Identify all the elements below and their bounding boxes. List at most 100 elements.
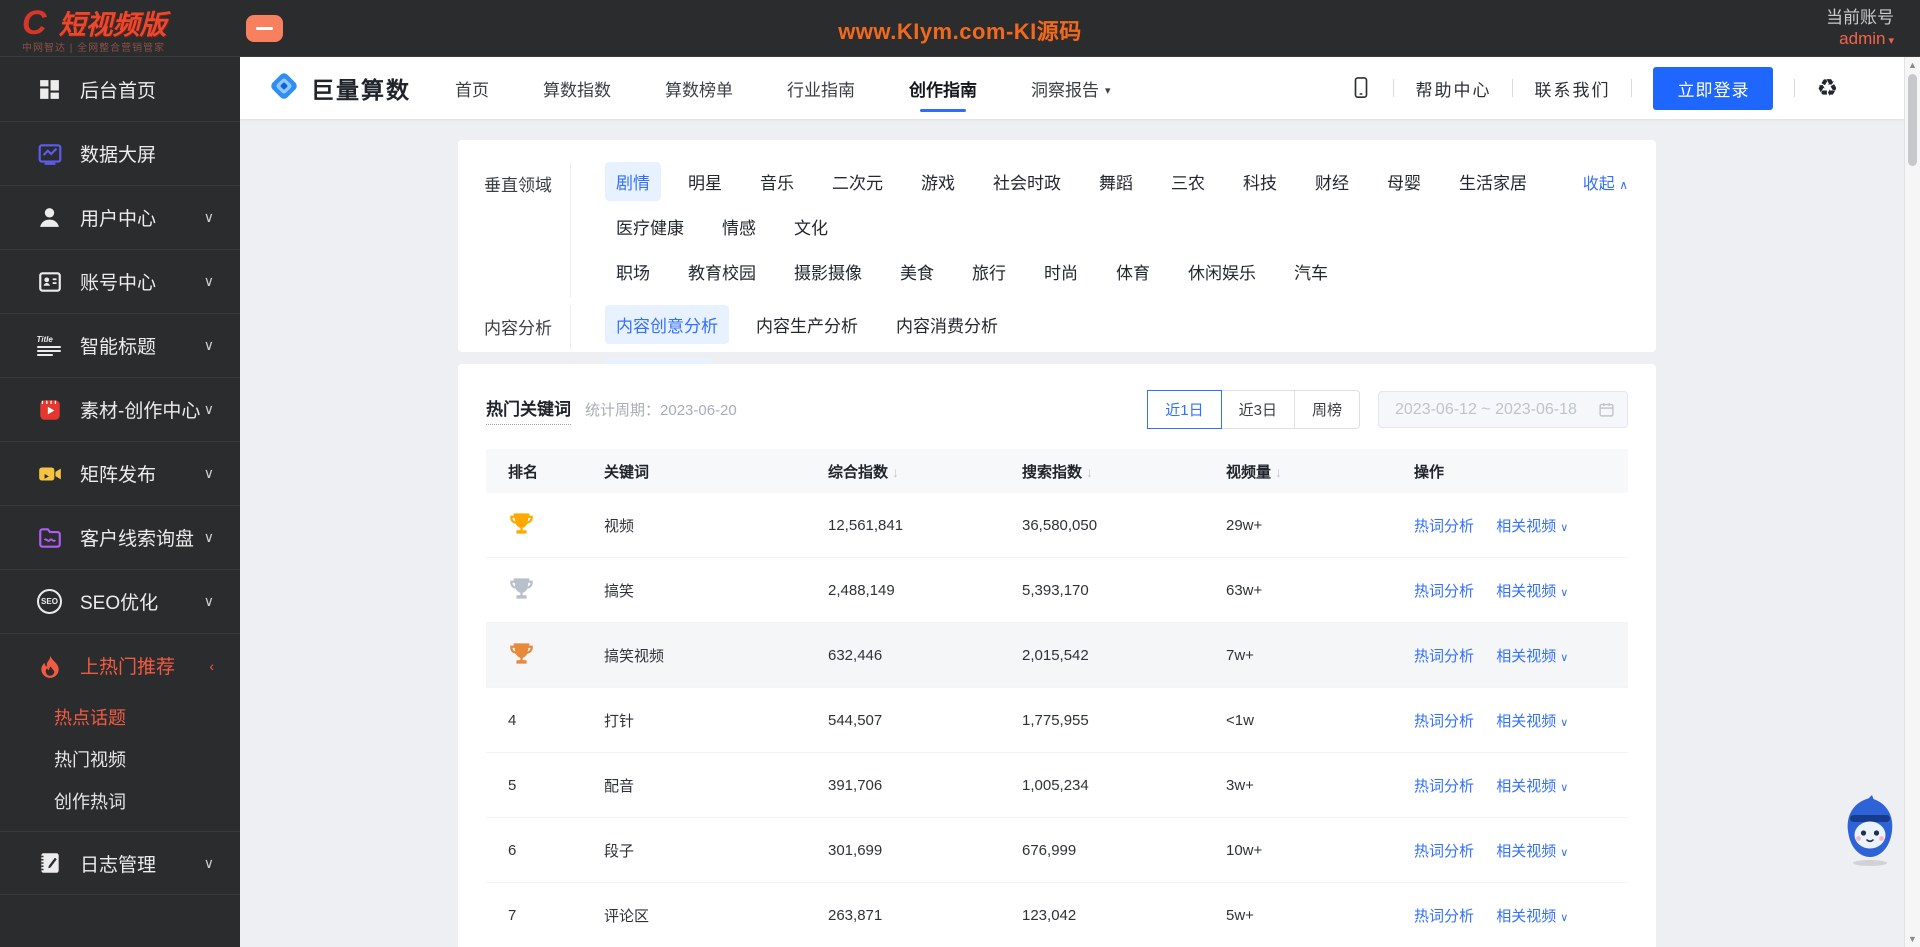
filter-tag[interactable]: 汽车 — [1283, 252, 1339, 291]
related-videos-link[interactable]: 相关视频 ∨ — [1496, 908, 1568, 925]
sidebar-item-customer-leads[interactable]: 客户线索询盘 ∨ — [0, 505, 240, 569]
hotword-analysis-link[interactable]: 热词分析 — [1414, 648, 1474, 665]
help-center-link[interactable]: 帮助中心 — [1415, 76, 1491, 101]
hotword-analysis-link[interactable]: 热词分析 — [1414, 908, 1474, 925]
composite-index-cell: 12,561,841 — [828, 516, 904, 534]
hotword-analysis-link[interactable]: 热词分析 — [1414, 778, 1474, 795]
filter-tag[interactable]: 音乐 — [749, 162, 805, 201]
related-videos-link[interactable]: 相关视频 ∨ — [1496, 843, 1568, 860]
filter-tag[interactable]: 舞蹈 — [1088, 162, 1144, 201]
sidebar-subitem-hot-topics[interactable]: 热点话题 — [0, 697, 240, 739]
filter-tag[interactable]: 社会时政 — [982, 162, 1072, 201]
range-button[interactable]: 近1日 — [1147, 390, 1222, 429]
filter-tag[interactable]: 剧情 — [605, 162, 661, 201]
user-icon — [36, 204, 63, 231]
related-videos-link[interactable]: 相关视频 ∨ — [1496, 778, 1568, 795]
related-videos-link[interactable]: 相关视频 ∨ — [1496, 713, 1568, 730]
login-button[interactable]: 立即登录 — [1653, 66, 1774, 110]
filter-tag[interactable]: 职场 — [605, 252, 661, 291]
filter-tag[interactable]: 二次元 — [821, 162, 894, 201]
filter-tag[interactable]: 医疗健康 — [605, 207, 695, 246]
sidebar-subitem-hot-videos[interactable]: 热门视频 — [0, 739, 240, 781]
filter-tag[interactable]: 美食 — [889, 252, 945, 291]
contact-us-link[interactable]: 联系我们 — [1534, 76, 1610, 101]
sidebar-item-material-center[interactable]: 素材-创作中心 ∨ — [0, 377, 240, 441]
filter-tag[interactable]: 时尚 — [1033, 252, 1089, 291]
hotword-analysis-link[interactable]: 热词分析 — [1414, 713, 1474, 730]
hotword-analysis-link[interactable]: 热词分析 — [1414, 843, 1474, 860]
sidebar-item-smart-title[interactable]: Title 智能标题 ∨ — [0, 313, 240, 377]
filter-tag[interactable]: 科技 — [1232, 162, 1288, 201]
sidebar-item-hot-recommend[interactable]: 上热门推荐 ‹ — [0, 633, 240, 697]
hotword-analysis-link[interactable]: 热词分析 — [1414, 583, 1474, 600]
chevron-down-icon: ∨ — [203, 401, 214, 417]
video-count-cell: 3w+ — [1226, 776, 1254, 794]
search-index-cell: 36,580,050 — [1022, 516, 1098, 534]
scrollbar-thumb[interactable] — [1908, 74, 1917, 166]
filter-tag[interactable]: 休闲娱乐 — [1177, 252, 1267, 291]
scroll-down-arrow[interactable]: ▼ — [1905, 934, 1920, 944]
filter-tag[interactable]: 母婴 — [1376, 162, 1432, 201]
nav-link[interactable]: 行业指南▾ — [787, 57, 855, 120]
chevron-down-icon: ∨ — [1560, 911, 1569, 924]
sidebar-collapse-button[interactable] — [246, 15, 283, 42]
filter-tag[interactable]: 旅行 — [961, 252, 1017, 291]
sort-down-icon[interactable]: ↓ — [892, 464, 899, 480]
sidebar-item-seo[interactable]: SEO SEO优化 ∨ — [0, 569, 240, 633]
nav-link[interactable]: 算数榜单▾ — [665, 57, 733, 120]
filter-tag[interactable]: 游戏 — [910, 162, 966, 201]
main-content: 巨量算数 首页▾ 算数指数▾ 算数榜单▾ 行业指南▾ 创作指南▾ 洞察报告▾ — [240, 57, 1920, 947]
filter-tag[interactable]: 文化 — [783, 207, 839, 246]
hot-keywords-table: 排名↓ 关键词↓ 综合指数↓ 搜索指数↓ 视频量↓ 操作↓ — [486, 449, 1628, 947]
filter-tag[interactable]: 三农 — [1160, 162, 1216, 201]
mascot-widget[interactable] — [1838, 795, 1902, 867]
chevron-down-icon: ∨ — [1560, 651, 1569, 664]
filter-tag[interactable]: 内容生产分析 — [745, 305, 869, 344]
composite-index-cell: 632,446 — [828, 646, 883, 664]
filter-tag[interactable]: 摄影摄像 — [783, 252, 873, 291]
filter-tag[interactable]: 体育 — [1105, 252, 1161, 291]
date-range-input[interactable]: 2023-06-12 ~ 2023-06-18 — [1378, 391, 1628, 428]
related-videos-link[interactable]: 相关视频 ∨ — [1496, 583, 1568, 600]
filter-tag[interactable]: 明星 — [677, 162, 733, 201]
product-brand-name: 巨量算数 — [311, 77, 411, 103]
vertical-tags-line2: 职场 教育校园 摄影摄像 美食 旅行 时尚 体育 休闲娱乐 汽车 — [605, 252, 1630, 297]
sidebar-item-account-center[interactable]: 账号中心 ∨ — [0, 249, 240, 313]
related-videos-link[interactable]: 相关视频 ∨ — [1496, 518, 1568, 535]
related-videos-link[interactable]: 相关视频 ∨ — [1496, 648, 1568, 665]
filter-tag[interactable]: 内容消费分析 — [885, 305, 1009, 344]
mobile-phone-icon[interactable] — [1350, 75, 1372, 101]
sidebar-item-data-screen[interactable]: 数据大屏 — [0, 121, 240, 185]
filter-tag[interactable]: 生活家居 — [1448, 162, 1538, 201]
filter-label: 垂直领域 — [484, 176, 552, 195]
range-button[interactable]: 周榜 — [1293, 390, 1360, 429]
recycle-icon[interactable]: ♻ — [1816, 74, 1838, 103]
divider — [1393, 79, 1395, 97]
filter-tag[interactable]: 财经 — [1304, 162, 1360, 201]
content-scrollbar[interactable]: ▲ ▼ — [1904, 57, 1920, 947]
filter-tag[interactable]: 教育校园 — [677, 252, 767, 291]
caret-up-icon: ∧ — [1619, 178, 1628, 192]
sort-down-icon[interactable]: ↓ — [1275, 464, 1282, 480]
sidebar-subitem-creation-hotwords[interactable]: 创作热词 — [0, 781, 240, 823]
table-header-row: 排名↓ 关键词↓ 综合指数↓ 搜索指数↓ 视频量↓ 操作↓ — [486, 449, 1628, 493]
nav-link[interactable]: 算数指数▾ — [543, 57, 611, 120]
sidebar-submenu-hot-recommend: 热点话题 热门视频 创作热词 — [0, 697, 240, 831]
account-dropdown[interactable]: admin ▾ — [1826, 28, 1894, 49]
collapse-filters-link[interactable]: 收起 ∧ — [1583, 170, 1628, 194]
sidebar-item-log-management[interactable]: 日志管理 ∨ — [0, 831, 240, 895]
filter-tag[interactable]: 情感 — [711, 207, 767, 246]
nav-link[interactable]: 洞察报告 ▾ — [1031, 57, 1111, 120]
composite-index-cell: 263,871 — [828, 906, 883, 924]
chevron-down-icon: ∨ — [203, 337, 214, 353]
sidebar-item-user-center[interactable]: 用户中心 ∨ — [0, 185, 240, 249]
filter-tag[interactable]: 内容创意分析 — [605, 305, 729, 344]
sidebar-item-dashboard[interactable]: 后台首页 — [0, 57, 240, 121]
hotword-analysis-link[interactable]: 热词分析 — [1414, 518, 1474, 535]
nav-link[interactable]: 创作指南▾ — [909, 57, 977, 120]
nav-link[interactable]: 首页▾ — [455, 57, 489, 120]
sidebar-item-matrix-publish[interactable]: 矩阵发布 ∨ — [0, 441, 240, 505]
range-button[interactable]: 近3日 — [1220, 390, 1295, 429]
scroll-up-arrow[interactable]: ▲ — [1905, 60, 1920, 70]
sort-down-icon[interactable]: ↓ — [1086, 464, 1093, 480]
